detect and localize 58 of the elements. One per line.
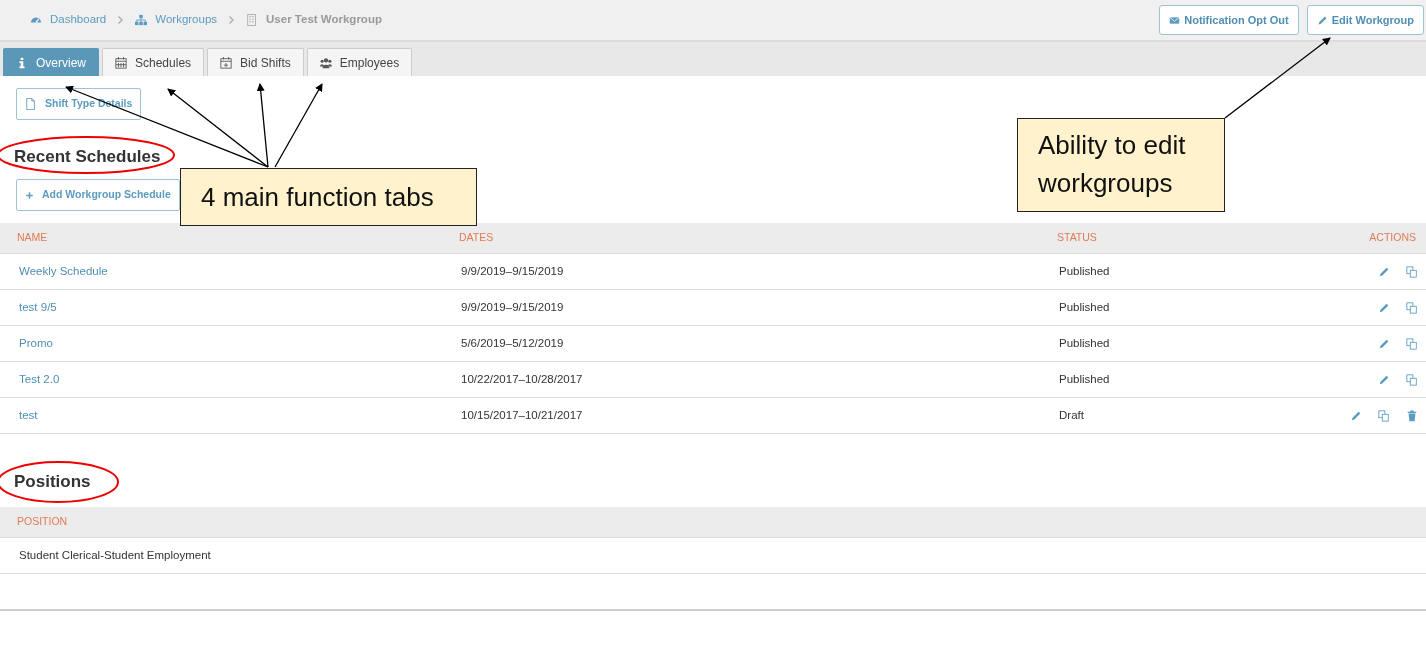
table-cell: 9/9/2019–9/15/2019	[442, 253, 1040, 290]
column-header: DATES	[442, 222, 1040, 254]
section-heading: Recent Schedules	[14, 146, 161, 168]
envelope-icon	[1169, 14, 1181, 26]
table-cell: Published	[1040, 253, 1331, 290]
breadcrumb-link[interactable]: Workgroups	[155, 11, 218, 29]
table-cell: 9/9/2019–9/15/2019	[442, 289, 1040, 326]
table-cell: 5/6/2019–5/12/2019	[442, 325, 1040, 362]
building-icon	[246, 14, 259, 26]
copy-icon[interactable]	[1406, 337, 1418, 350]
pencil-icon[interactable]	[1378, 301, 1390, 314]
copy-icon[interactable]	[1406, 373, 1418, 386]
trash-icon[interactable]	[1406, 409, 1418, 422]
table-cell: Published	[1040, 325, 1331, 362]
table-cell: Student Clerical-Student Employment	[0, 537, 1426, 574]
table-cell: Published	[1040, 361, 1331, 398]
pencil-icon[interactable]	[1378, 373, 1390, 386]
schedule-link[interactable]: Test 2.0	[19, 373, 60, 386]
breadcrumb-link[interactable]: Dashboard	[50, 11, 107, 29]
notification-button[interactable]: Notification Opt Out	[1159, 5, 1299, 35]
pencil-icon	[1316, 14, 1328, 26]
tab[interactable]: Overview	[3, 48, 99, 76]
table-cell: Published	[1040, 289, 1331, 326]
schedule-link[interactable]: test	[19, 409, 38, 422]
section-heading: Positions	[14, 472, 91, 493]
callout-note: Ability to edit workgroups	[1017, 118, 1225, 212]
column-header: STATUS	[1040, 222, 1331, 254]
column-header: POSITION	[0, 506, 1426, 538]
pencil-icon[interactable]	[1350, 409, 1362, 422]
pencil-icon[interactable]	[1378, 337, 1390, 350]
column-header: NAME	[0, 222, 442, 254]
schedule-link[interactable]: test 9/5	[19, 301, 57, 314]
add-schedule-button[interactable]: Add Workgroup Schedule	[16, 179, 180, 211]
users-icon	[319, 56, 332, 69]
schedule-link[interactable]: Weekly Schedule	[19, 265, 108, 278]
callout-note: 4 main function tabs	[180, 168, 477, 226]
calendar-plus-icon	[220, 56, 233, 69]
column-header: ACTIONS	[1331, 222, 1426, 254]
calendar-icon	[115, 56, 127, 69]
info-icon	[16, 56, 28, 69]
tab[interactable]: Schedules	[102, 48, 205, 76]
table-cell: Draft	[1040, 397, 1331, 434]
chevron-icon	[229, 16, 235, 24]
chevron-icon	[118, 16, 124, 24]
hierarchy-icon	[135, 14, 148, 26]
table-cell: 10/15/2017–10/21/2017	[442, 397, 1040, 434]
copy-icon[interactable]	[1378, 409, 1390, 422]
file-icon	[25, 97, 37, 110]
breadcrumb-current: User Test Workgroup	[266, 12, 382, 28]
edit-workgroup-button[interactable]: Edit Workgroup	[1306, 5, 1424, 35]
table-cell: 10/22/2017–10/28/2017	[442, 361, 1040, 398]
pencil-icon[interactable]	[1378, 265, 1390, 278]
schedule-link[interactable]: Promo	[19, 337, 53, 350]
copy-icon[interactable]	[1406, 301, 1418, 314]
plus-icon	[25, 190, 34, 200]
tab[interactable]: Bid Shifts	[207, 48, 304, 76]
copy-icon[interactable]	[1406, 265, 1418, 278]
tab[interactable]: Employees	[306, 48, 413, 76]
